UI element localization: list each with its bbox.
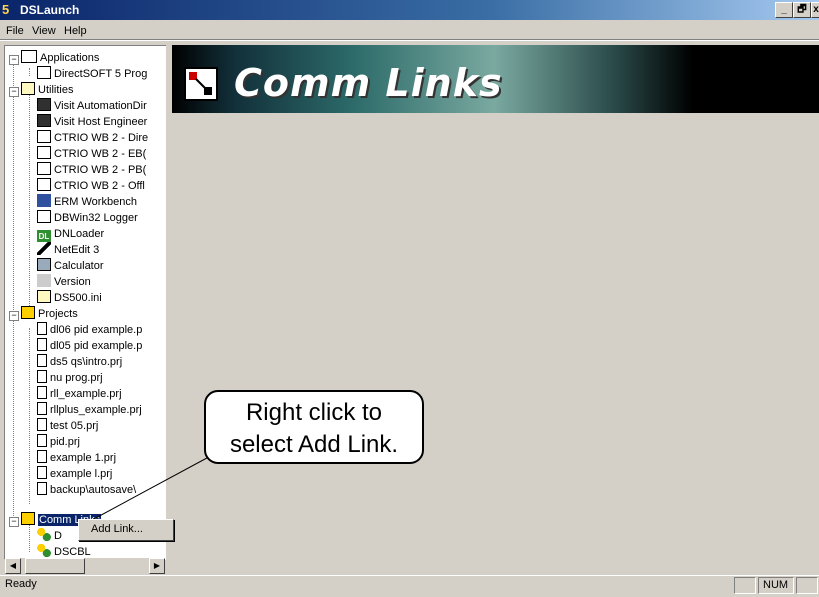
- tree-item-visit-host-engineering[interactable]: Visit Host Engineer: [37, 114, 147, 130]
- ctrio-icon: [37, 178, 51, 191]
- dslaunch-app-icon[interactable]: 5: [2, 2, 18, 18]
- utilities-icon: [21, 82, 35, 95]
- erm-icon: [37, 194, 51, 207]
- collapse-toggle[interactable]: −: [9, 55, 19, 65]
- document-icon: [37, 450, 47, 463]
- comm-links-folder-icon: [21, 512, 35, 525]
- collapse-toggle[interactable]: −: [9, 311, 19, 321]
- tree-connector: [29, 328, 30, 504]
- document-icon: [37, 322, 47, 335]
- scroll-thumb[interactable]: [25, 558, 85, 574]
- tree-item-erm-workbench[interactable]: ERM Workbench: [37, 194, 137, 210]
- tree-connector: [13, 60, 14, 522]
- ctrio-icon: [37, 146, 51, 159]
- window-title: DSLaunch: [20, 3, 80, 17]
- ctrio-icon: [37, 130, 51, 143]
- tree-item-project[interactable]: backup\autosave\: [37, 482, 136, 498]
- document-icon: [37, 354, 47, 367]
- callout-line-2: select Add Link.: [229, 431, 399, 458]
- tree-connector: [29, 524, 30, 552]
- status-panel-num: NUM: [758, 577, 794, 594]
- tree-item-visit-automationdirect[interactable]: Visit AutomationDir: [37, 98, 147, 114]
- link-arrow-icon: [189, 72, 212, 95]
- status-panel-caps: [734, 577, 756, 594]
- tree-item-ctrio-offline[interactable]: CTRIO WB 2 - Offl: [37, 178, 145, 194]
- logger-icon: [37, 210, 51, 223]
- document-icon: [37, 434, 47, 447]
- scroll-right-icon[interactable]: ▶: [149, 558, 165, 574]
- menu-separator: [0, 39, 819, 41]
- ctrio-icon: [37, 162, 51, 175]
- main-content-pane: [172, 45, 819, 575]
- comm-links-banner: Comm Links: [172, 45, 819, 113]
- link-icon: [37, 528, 51, 541]
- context-menu: Add Link...: [78, 519, 174, 541]
- tree-item-project[interactable]: nu prog.prj: [37, 370, 103, 386]
- tree-item-calculator[interactable]: Calculator: [37, 258, 104, 274]
- tree-item-project[interactable]: example 1.prj: [37, 450, 116, 466]
- tree-connector: [29, 92, 30, 308]
- calculator-icon: [37, 258, 51, 271]
- tree-item-directsoft[interactable]: DirectSOFT 5 Prog: [37, 66, 147, 82]
- menu-view[interactable]: View: [32, 25, 56, 37]
- tree-item-dnloader[interactable]: DL DNLoader: [37, 226, 104, 243]
- title-bar[interactable]: [0, 0, 819, 20]
- tree-item-project[interactable]: example l.prj: [37, 466, 112, 482]
- status-bar: [0, 575, 819, 597]
- scroll-left-icon[interactable]: ◀: [5, 558, 21, 574]
- tree-item-project[interactable]: ds5 qs\intro.prj: [37, 354, 122, 370]
- tree-item-project[interactable]: dl05 pid example.p: [37, 338, 142, 354]
- callout-line-1: Right click to: [245, 399, 383, 426]
- status-text: Ready: [5, 578, 37, 590]
- menu-help[interactable]: Help: [64, 25, 87, 37]
- tree-item-comm-link[interactable]: D: [37, 528, 62, 544]
- tree-node-projects[interactable]: Projects: [21, 306, 78, 322]
- tree-connector: [29, 68, 30, 76]
- comm-links-icon: [184, 67, 218, 101]
- menu-item-add-link[interactable]: Add Link...: [91, 523, 143, 535]
- version-icon: [37, 274, 51, 287]
- status-panel-scroll: [796, 577, 818, 594]
- tree-item-ds500-ini[interactable]: DS500.ini: [37, 290, 102, 306]
- menu-file[interactable]: File: [6, 25, 24, 37]
- tree-item-netedit[interactable]: NetEdit 3: [37, 242, 99, 258]
- tree-item-ctrio-direct[interactable]: CTRIO WB 2 - Dire: [37, 130, 148, 146]
- netedit-icon: [37, 242, 51, 255]
- document-icon: [37, 386, 47, 399]
- tree-item-project[interactable]: pid.prj: [37, 434, 80, 450]
- tree-node-utilities[interactable]: Utilities: [21, 82, 73, 98]
- document-icon: [37, 402, 47, 415]
- minimize-button[interactable]: _: [775, 2, 793, 18]
- tree-item-project[interactable]: test 05.prj: [37, 418, 98, 434]
- directsoft-icon: [37, 66, 51, 79]
- tree-node-applications[interactable]: Applications: [21, 50, 99, 66]
- window-icon: [21, 50, 37, 63]
- ini-icon: [37, 290, 51, 303]
- tree-item-ctrio-pbc[interactable]: CTRIO WB 2 - PB(: [37, 162, 146, 178]
- tree-view[interactable]: − Applications DirectSOFT 5 Prog − Utili…: [4, 45, 168, 560]
- tree-item-dbwin32-logger[interactable]: DBWin32 Logger: [37, 210, 138, 226]
- tree-horizontal-scrollbar[interactable]: ◀ ▶: [5, 558, 165, 574]
- tree-item-ctrio-ebc[interactable]: CTRIO WB 2 - EB(: [37, 146, 146, 162]
- projects-folder-icon: [21, 306, 35, 319]
- tree-item-project[interactable]: dl06 pid example.p: [37, 322, 142, 338]
- instruction-callout: Right click to select Add Link.: [204, 390, 424, 464]
- web-link-icon: [37, 114, 51, 127]
- close-button[interactable]: x: [811, 2, 819, 18]
- tree-item-project[interactable]: rllplus_example.prj: [37, 402, 142, 418]
- document-icon: [37, 418, 47, 431]
- tree-item-project[interactable]: rll_example.prj: [37, 386, 122, 402]
- tree-item-version[interactable]: Version: [37, 274, 91, 290]
- link-icon: [37, 544, 51, 557]
- document-icon: [37, 338, 47, 351]
- menu-bar: [0, 20, 819, 39]
- web-link-icon: [37, 98, 51, 111]
- restore-button[interactable]: 🗗: [793, 2, 811, 18]
- banner-title: Comm Links: [234, 61, 503, 105]
- collapse-toggle[interactable]: −: [9, 87, 19, 97]
- collapse-toggle[interactable]: −: [9, 517, 19, 527]
- document-icon: [37, 466, 47, 479]
- document-icon: [37, 482, 47, 495]
- document-icon: [37, 370, 47, 383]
